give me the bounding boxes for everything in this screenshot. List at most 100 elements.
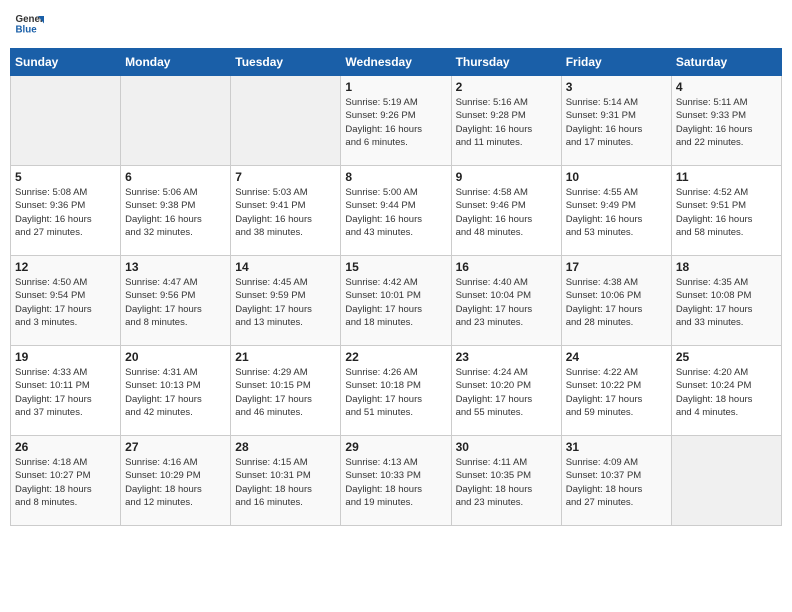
day-number: 2 <box>456 80 557 94</box>
day-info: Sunrise: 4:11 AM Sunset: 10:35 PM Daylig… <box>456 456 557 509</box>
day-cell <box>231 76 341 166</box>
svg-text:General: General <box>16 14 45 25</box>
day-cell: 6 Sunrise: 5:06 AM Sunset: 9:38 PM Daylig… <box>121 166 231 256</box>
day-cell: 25 Sunrise: 4:20 AM Sunset: 10:24 PM Dayl… <box>671 346 781 436</box>
day-number: 4 <box>676 80 777 94</box>
day-number: 10 <box>566 170 667 184</box>
day-cell: 20Sunrise: 4:31 AM Sunset: 10:13 PM Dayl… <box>121 346 231 436</box>
day-cell: 3Sunrise: 5:14 AM Sunset: 9:31 PM Daylig… <box>561 76 671 166</box>
day-number: 12 <box>15 260 116 274</box>
day-cell: 7 Sunrise: 5:03 AM Sunset: 9:41 PM Daylig… <box>231 166 341 256</box>
header-wednesday: Wednesday <box>341 49 451 76</box>
day-info: Sunrise: 5:00 AM Sunset: 9:44 PM Dayligh… <box>345 186 446 239</box>
logo-icon: General Blue <box>14 10 44 40</box>
day-number: 26 <box>15 440 116 454</box>
day-info: Sunrise: 4:09 AM Sunset: 10:37 PM Daylig… <box>566 456 667 509</box>
day-info: Sunrise: 4:42 AM Sunset: 10:01 PM Daylig… <box>345 276 446 329</box>
day-info: Sunrise: 4:22 AM Sunset: 10:22 PM Daylig… <box>566 366 667 419</box>
day-cell: 12 Sunrise: 4:50 AM Sunset: 9:54 PM Dayli… <box>11 256 121 346</box>
day-info: Sunrise: 4:13 AM Sunset: 10:33 PM Daylig… <box>345 456 446 509</box>
day-number: 23 <box>456 350 557 364</box>
day-info: Sunrise: 4:55 AM Sunset: 9:49 PM Dayligh… <box>566 186 667 239</box>
day-cell: 13 Sunrise: 4:47 AM Sunset: 9:56 PM Dayli… <box>121 256 231 346</box>
day-cell: 22 Sunrise: 4:26 AM Sunset: 10:18 PM Dayl… <box>341 346 451 436</box>
day-number: 27 <box>125 440 226 454</box>
day-cell: 11Sunrise: 4:52 AM Sunset: 9:51 PM Dayli… <box>671 166 781 256</box>
day-info: Sunrise: 5:16 AM Sunset: 9:28 PM Dayligh… <box>456 96 557 149</box>
day-number: 1 <box>345 80 446 94</box>
day-cell <box>11 76 121 166</box>
header-saturday: Saturday <box>671 49 781 76</box>
day-info: Sunrise: 5:08 AM Sunset: 9:36 PM Dayligh… <box>15 186 116 239</box>
header-friday: Friday <box>561 49 671 76</box>
day-cell: 1 Sunrise: 5:19 AM Sunset: 9:26 PM Daylig… <box>341 76 451 166</box>
day-number: 17 <box>566 260 667 274</box>
day-number: 31 <box>566 440 667 454</box>
day-number: 18 <box>676 260 777 274</box>
day-cell: 29 Sunrise: 4:13 AM Sunset: 10:33 PM Dayl… <box>341 436 451 526</box>
day-number: 28 <box>235 440 336 454</box>
day-cell: 24Sunrise: 4:22 AM Sunset: 10:22 PM Dayl… <box>561 346 671 436</box>
day-info: Sunrise: 4:45 AM Sunset: 9:59 PM Dayligh… <box>235 276 336 329</box>
day-number: 22 <box>345 350 446 364</box>
header-row: SundayMondayTuesdayWednesdayThursdayFrid… <box>11 49 782 76</box>
day-info: Sunrise: 4:20 AM Sunset: 10:24 PM Daylig… <box>676 366 777 419</box>
day-number: 5 <box>15 170 116 184</box>
day-cell: 18Sunrise: 4:35 AM Sunset: 10:08 PM Dayl… <box>671 256 781 346</box>
day-info: Sunrise: 4:15 AM Sunset: 10:31 PM Daylig… <box>235 456 336 509</box>
svg-text:Blue: Blue <box>16 25 38 36</box>
day-number: 3 <box>566 80 667 94</box>
day-number: 29 <box>345 440 446 454</box>
page-header: General Blue <box>10 10 782 40</box>
day-cell: 30 Sunrise: 4:11 AM Sunset: 10:35 PM Dayl… <box>451 436 561 526</box>
day-number: 30 <box>456 440 557 454</box>
day-cell: 4 Sunrise: 5:11 AM Sunset: 9:33 PM Daylig… <box>671 76 781 166</box>
day-info: Sunrise: 5:03 AM Sunset: 9:41 PM Dayligh… <box>235 186 336 239</box>
header-monday: Monday <box>121 49 231 76</box>
day-number: 14 <box>235 260 336 274</box>
day-number: 6 <box>125 170 226 184</box>
day-cell <box>671 436 781 526</box>
day-number: 15 <box>345 260 446 274</box>
day-info: Sunrise: 4:26 AM Sunset: 10:18 PM Daylig… <box>345 366 446 419</box>
day-cell: 14 Sunrise: 4:45 AM Sunset: 9:59 PM Dayli… <box>231 256 341 346</box>
day-number: 8 <box>345 170 446 184</box>
day-info: Sunrise: 4:40 AM Sunset: 10:04 PM Daylig… <box>456 276 557 329</box>
day-cell: 21 Sunrise: 4:29 AM Sunset: 10:15 PM Dayl… <box>231 346 341 436</box>
day-info: Sunrise: 5:11 AM Sunset: 9:33 PM Dayligh… <box>676 96 777 149</box>
day-info: Sunrise: 4:24 AM Sunset: 10:20 PM Daylig… <box>456 366 557 419</box>
week-row-3: 12 Sunrise: 4:50 AM Sunset: 9:54 PM Dayli… <box>11 256 782 346</box>
week-row-5: 26 Sunrise: 4:18 AM Sunset: 10:27 PM Dayl… <box>11 436 782 526</box>
day-number: 16 <box>456 260 557 274</box>
day-number: 21 <box>235 350 336 364</box>
day-info: Sunrise: 4:52 AM Sunset: 9:51 PM Dayligh… <box>676 186 777 239</box>
day-info: Sunrise: 4:18 AM Sunset: 10:27 PM Daylig… <box>15 456 116 509</box>
calendar-table: SundayMondayTuesdayWednesdayThursdayFrid… <box>10 48 782 526</box>
day-number: 7 <box>235 170 336 184</box>
day-info: Sunrise: 4:31 AM Sunset: 10:13 PM Daylig… <box>125 366 226 419</box>
day-cell: 2 Sunrise: 5:16 AM Sunset: 9:28 PM Daylig… <box>451 76 561 166</box>
day-cell: 23 Sunrise: 4:24 AM Sunset: 10:20 PM Dayl… <box>451 346 561 436</box>
day-number: 13 <box>125 260 226 274</box>
day-cell: 5 Sunrise: 5:08 AM Sunset: 9:36 PM Daylig… <box>11 166 121 256</box>
day-cell: 31 Sunrise: 4:09 AM Sunset: 10:37 PM Dayl… <box>561 436 671 526</box>
day-info: Sunrise: 4:33 AM Sunset: 10:11 PM Daylig… <box>15 366 116 419</box>
logo: General Blue <box>14 10 44 40</box>
day-info: Sunrise: 4:47 AM Sunset: 9:56 PM Dayligh… <box>125 276 226 329</box>
day-number: 25 <box>676 350 777 364</box>
day-info: Sunrise: 4:29 AM Sunset: 10:15 PM Daylig… <box>235 366 336 419</box>
day-cell <box>121 76 231 166</box>
day-info: Sunrise: 4:50 AM Sunset: 9:54 PM Dayligh… <box>15 276 116 329</box>
day-cell: 9Sunrise: 4:58 AM Sunset: 9:46 PM Daylig… <box>451 166 561 256</box>
day-info: Sunrise: 5:06 AM Sunset: 9:38 PM Dayligh… <box>125 186 226 239</box>
day-cell: 17Sunrise: 4:38 AM Sunset: 10:06 PM Dayl… <box>561 256 671 346</box>
week-row-4: 19 Sunrise: 4:33 AM Sunset: 10:11 PM Dayl… <box>11 346 782 436</box>
header-thursday: Thursday <box>451 49 561 76</box>
header-sunday: Sunday <box>11 49 121 76</box>
week-row-2: 5 Sunrise: 5:08 AM Sunset: 9:36 PM Daylig… <box>11 166 782 256</box>
day-cell: 8 Sunrise: 5:00 AM Sunset: 9:44 PM Daylig… <box>341 166 451 256</box>
day-cell: 27Sunrise: 4:16 AM Sunset: 10:29 PM Dayl… <box>121 436 231 526</box>
day-info: Sunrise: 4:58 AM Sunset: 9:46 PM Dayligh… <box>456 186 557 239</box>
day-number: 19 <box>15 350 116 364</box>
day-info: Sunrise: 5:19 AM Sunset: 9:26 PM Dayligh… <box>345 96 446 149</box>
